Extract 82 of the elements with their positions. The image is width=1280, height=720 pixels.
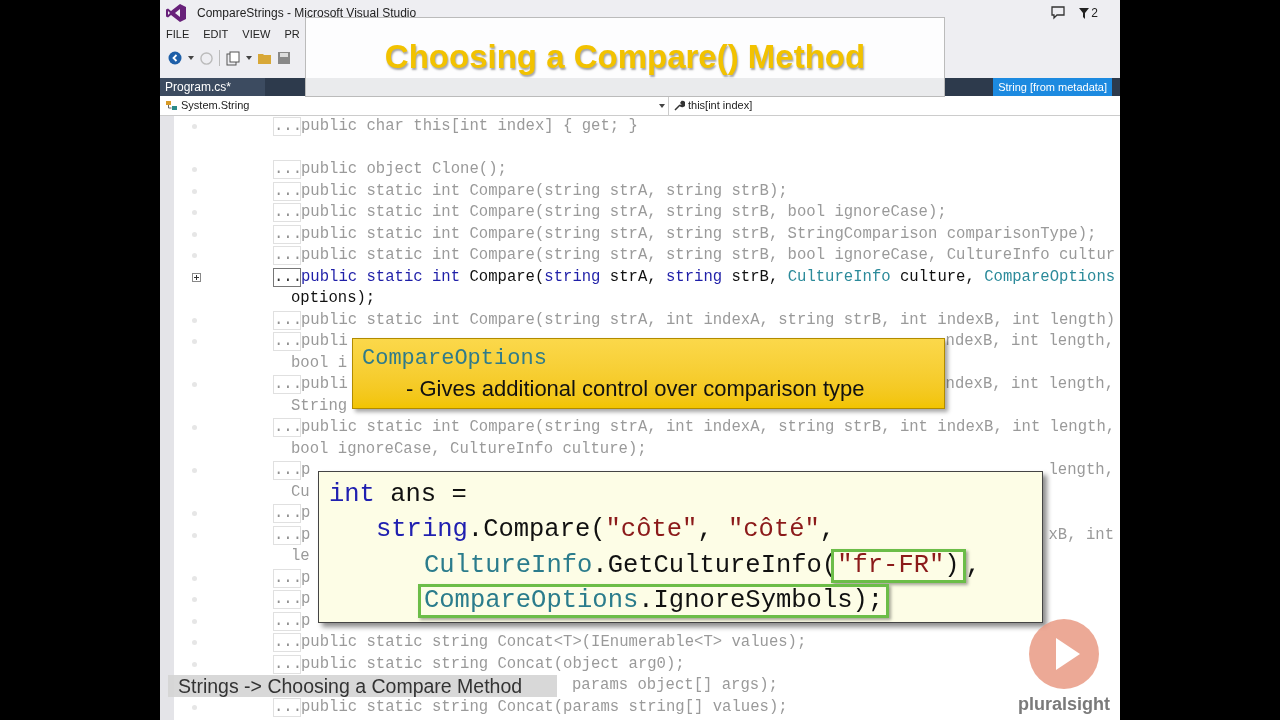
- collapsed-marker[interactable]: ...: [273, 310, 301, 330]
- code-line: options);: [291, 288, 376, 310]
- code-line: xB, int: [1048, 524, 1115, 546]
- code-line: p: [301, 460, 311, 482]
- code-text: string.Compare("côte", "côté",: [376, 514, 836, 547]
- code-line: public static string Concat(params string[] values);: [301, 697, 788, 718]
- code-line: public static string Concat(object arg0);: [301, 653, 685, 675]
- code-line: Cu: [291, 481, 310, 503]
- collapsed-marker[interactable]: ...: [273, 568, 301, 588]
- code-line: public static int Compare(string strA, string strB, bool ignoreCase, CultureInfo cultur: [301, 245, 1116, 267]
- collapsed-marker[interactable]: ...: [273, 160, 301, 180]
- code-line: p: [301, 503, 311, 525]
- collapsed-marker[interactable]: ...: [273, 418, 301, 438]
- code-line: publi: [301, 331, 348, 353]
- code-line: p: [301, 589, 311, 611]
- collapsed-marker[interactable]: ...: [273, 461, 301, 481]
- code-line: public char this[int index] { get; }: [301, 116, 638, 138]
- filter-icon[interactable]: [1079, 6, 1090, 19]
- code-line: ndexB, int length,: [945, 331, 1115, 353]
- window-title: CompareStrings - Microsoft Visual Studio: [197, 4, 417, 22]
- caret-icon[interactable]: [188, 56, 194, 60]
- logo-text: pluralsight: [1018, 694, 1110, 714]
- code-line: public static int Compare(string strA, int indexA, string strB, int indexB, int length): [301, 309, 1116, 331]
- callout-term: CompareOptions: [362, 345, 548, 373]
- save-icon[interactable]: [278, 52, 290, 64]
- back-icon[interactable]: [168, 51, 182, 65]
- comment-icon[interactable]: [1051, 5, 1066, 20]
- collapsed-marker[interactable]: ...: [273, 375, 301, 395]
- collapsed-marker[interactable]: ...: [273, 697, 301, 717]
- code-line: le: [291, 546, 310, 568]
- code-line: String: [291, 395, 348, 417]
- expand-icon[interactable]: [192, 272, 201, 282]
- code-line: bool ignoreCase, CultureInfo culture);: [291, 438, 647, 460]
- menu-item[interactable]: PR: [284, 26, 300, 43]
- code-line: bool i: [291, 352, 348, 374]
- metadata-tab[interactable]: String [from metadata]: [993, 78, 1112, 96]
- collapsed-marker[interactable]: ...: [273, 633, 301, 653]
- caption: Strings -> Choosing a Compare Method: [178, 675, 523, 697]
- menu-item[interactable]: FILE: [166, 26, 190, 43]
- menu-item[interactable]: EDIT: [203, 26, 229, 43]
- highlight-box: "fr-FR"): [831, 548, 966, 583]
- collapsed-marker[interactable]: ...: [273, 654, 301, 674]
- code-line: public static int Compare(string strA, string strB, StringComparison comparisonType);: [301, 223, 1097, 245]
- collapsed-marker[interactable]: ...: [273, 590, 301, 610]
- code-line: params object[] args);: [572, 675, 778, 697]
- member-dropdown[interactable]: this[int index]: [669, 96, 1120, 115]
- notification-count: 2: [1091, 4, 1098, 22]
- code-line: p: [301, 524, 311, 546]
- code-line: p: [301, 610, 311, 632]
- code-line: public object Clone();: [301, 159, 507, 181]
- collapsed-marker[interactable]: ...: [273, 525, 301, 545]
- collapsed-marker[interactable]: ...: [273, 332, 301, 352]
- collapsed-marker[interactable]: ...: [273, 504, 301, 524]
- code-line: ndexB, int length,: [945, 374, 1115, 396]
- collapsed-marker[interactable]: ...: [273, 117, 301, 137]
- play-logo-icon: [1028, 618, 1100, 690]
- callout-description: - Gives additional control over comparison type: [405, 375, 866, 403]
- collapsed-marker[interactable]: ...: [273, 246, 301, 266]
- code-line: public static int Compare(string strA, string strB, bool ignoreCase);: [301, 202, 947, 224]
- collapsed-marker[interactable]: ...: [273, 267, 301, 287]
- collapsed-marker[interactable]: ...: [273, 224, 301, 244]
- code-text: int ans =: [329, 478, 467, 511]
- collapsed-marker[interactable]: ...: [273, 203, 301, 223]
- code-line: public static string Concat<T>(IEnumerable<T> values);: [301, 632, 807, 654]
- menu-item[interactable]: VIEW: [242, 26, 271, 43]
- collapsed-marker[interactable]: ...: [273, 181, 301, 201]
- collapsed-marker[interactable]: ...: [273, 611, 301, 631]
- slide-title: Choosing a Compare() Method: [384, 37, 866, 78]
- code-line: public static int Compare(string strA, string strB, CultureInfo culture, CompareOptions: [301, 266, 1116, 288]
- caret-icon[interactable]: [246, 56, 252, 60]
- class-icon: [166, 100, 178, 111]
- document-tab[interactable]: Program.cs*: [160, 78, 265, 96]
- code-text: ,: [965, 549, 981, 582]
- code-line: publi: [301, 374, 348, 396]
- wrench-icon: [674, 100, 685, 111]
- highlight-box: CompareOptions.IgnoreSymbols);: [418, 584, 890, 619]
- app-logo-icon: [166, 3, 186, 22]
- code-line: public static int Compare(string strA, int indexA, string strB, int indexB, int length,: [301, 417, 1116, 439]
- code-line: p: [301, 567, 311, 589]
- code-line: public static int Compare(string strA, string strB);: [301, 180, 788, 202]
- code-line: length,: [1048, 460, 1115, 482]
- caret-icon: [659, 103, 665, 108]
